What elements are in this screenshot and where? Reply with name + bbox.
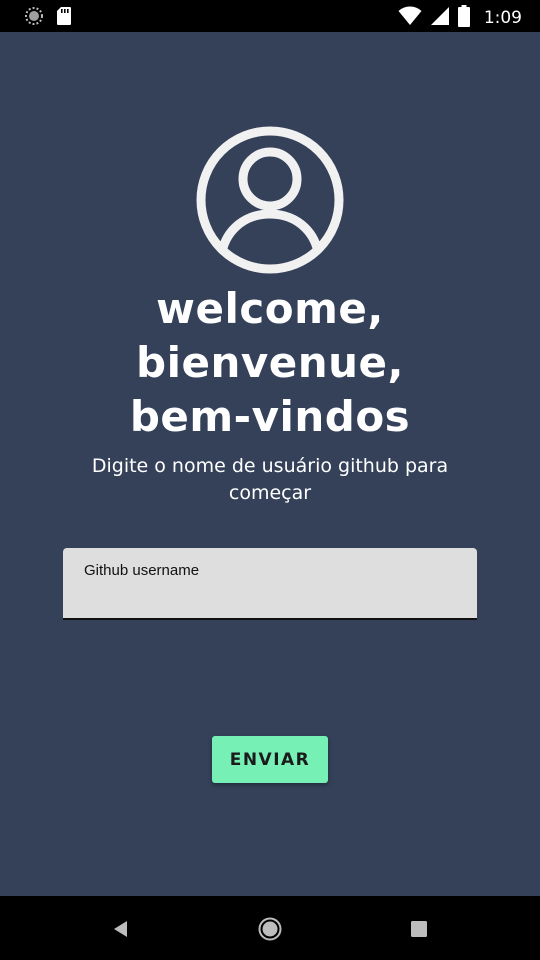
status-right-icons: 1:09: [398, 5, 522, 31]
recents-icon[interactable]: [410, 920, 428, 942]
account-circle-icon: [194, 124, 346, 276]
navigation-bar: [0, 896, 540, 960]
status-time: 1:09: [483, 8, 522, 28]
cell-signal-icon: [430, 6, 450, 30]
login-screen: welcome, bienvenue, bem-vindos Digite o …: [0, 32, 540, 896]
welcome-line-en: welcome,: [156, 284, 384, 333]
github-username-field[interactable]: Github username: [63, 548, 477, 620]
wifi-icon: [398, 6, 422, 30]
status-left-icons: [24, 6, 72, 30]
loading-spinner-icon: [24, 6, 44, 30]
status-bar: 1:09: [0, 0, 540, 32]
github-username-label: Github username: [84, 562, 200, 579]
sd-card-icon: [56, 6, 72, 30]
back-icon[interactable]: [112, 920, 130, 942]
battery-icon: [457, 5, 470, 31]
welcome-heading: welcome, bienvenue, bem-vindos: [0, 282, 540, 444]
home-icon[interactable]: [258, 917, 282, 945]
welcome-line-pt: bem-vindos: [129, 392, 411, 441]
send-button[interactable]: ENVIAR: [212, 736, 328, 783]
subtitle: Digite o nome de usuário github para com…: [91, 455, 449, 504]
welcome-line-fr: bienvenue,: [136, 338, 404, 387]
